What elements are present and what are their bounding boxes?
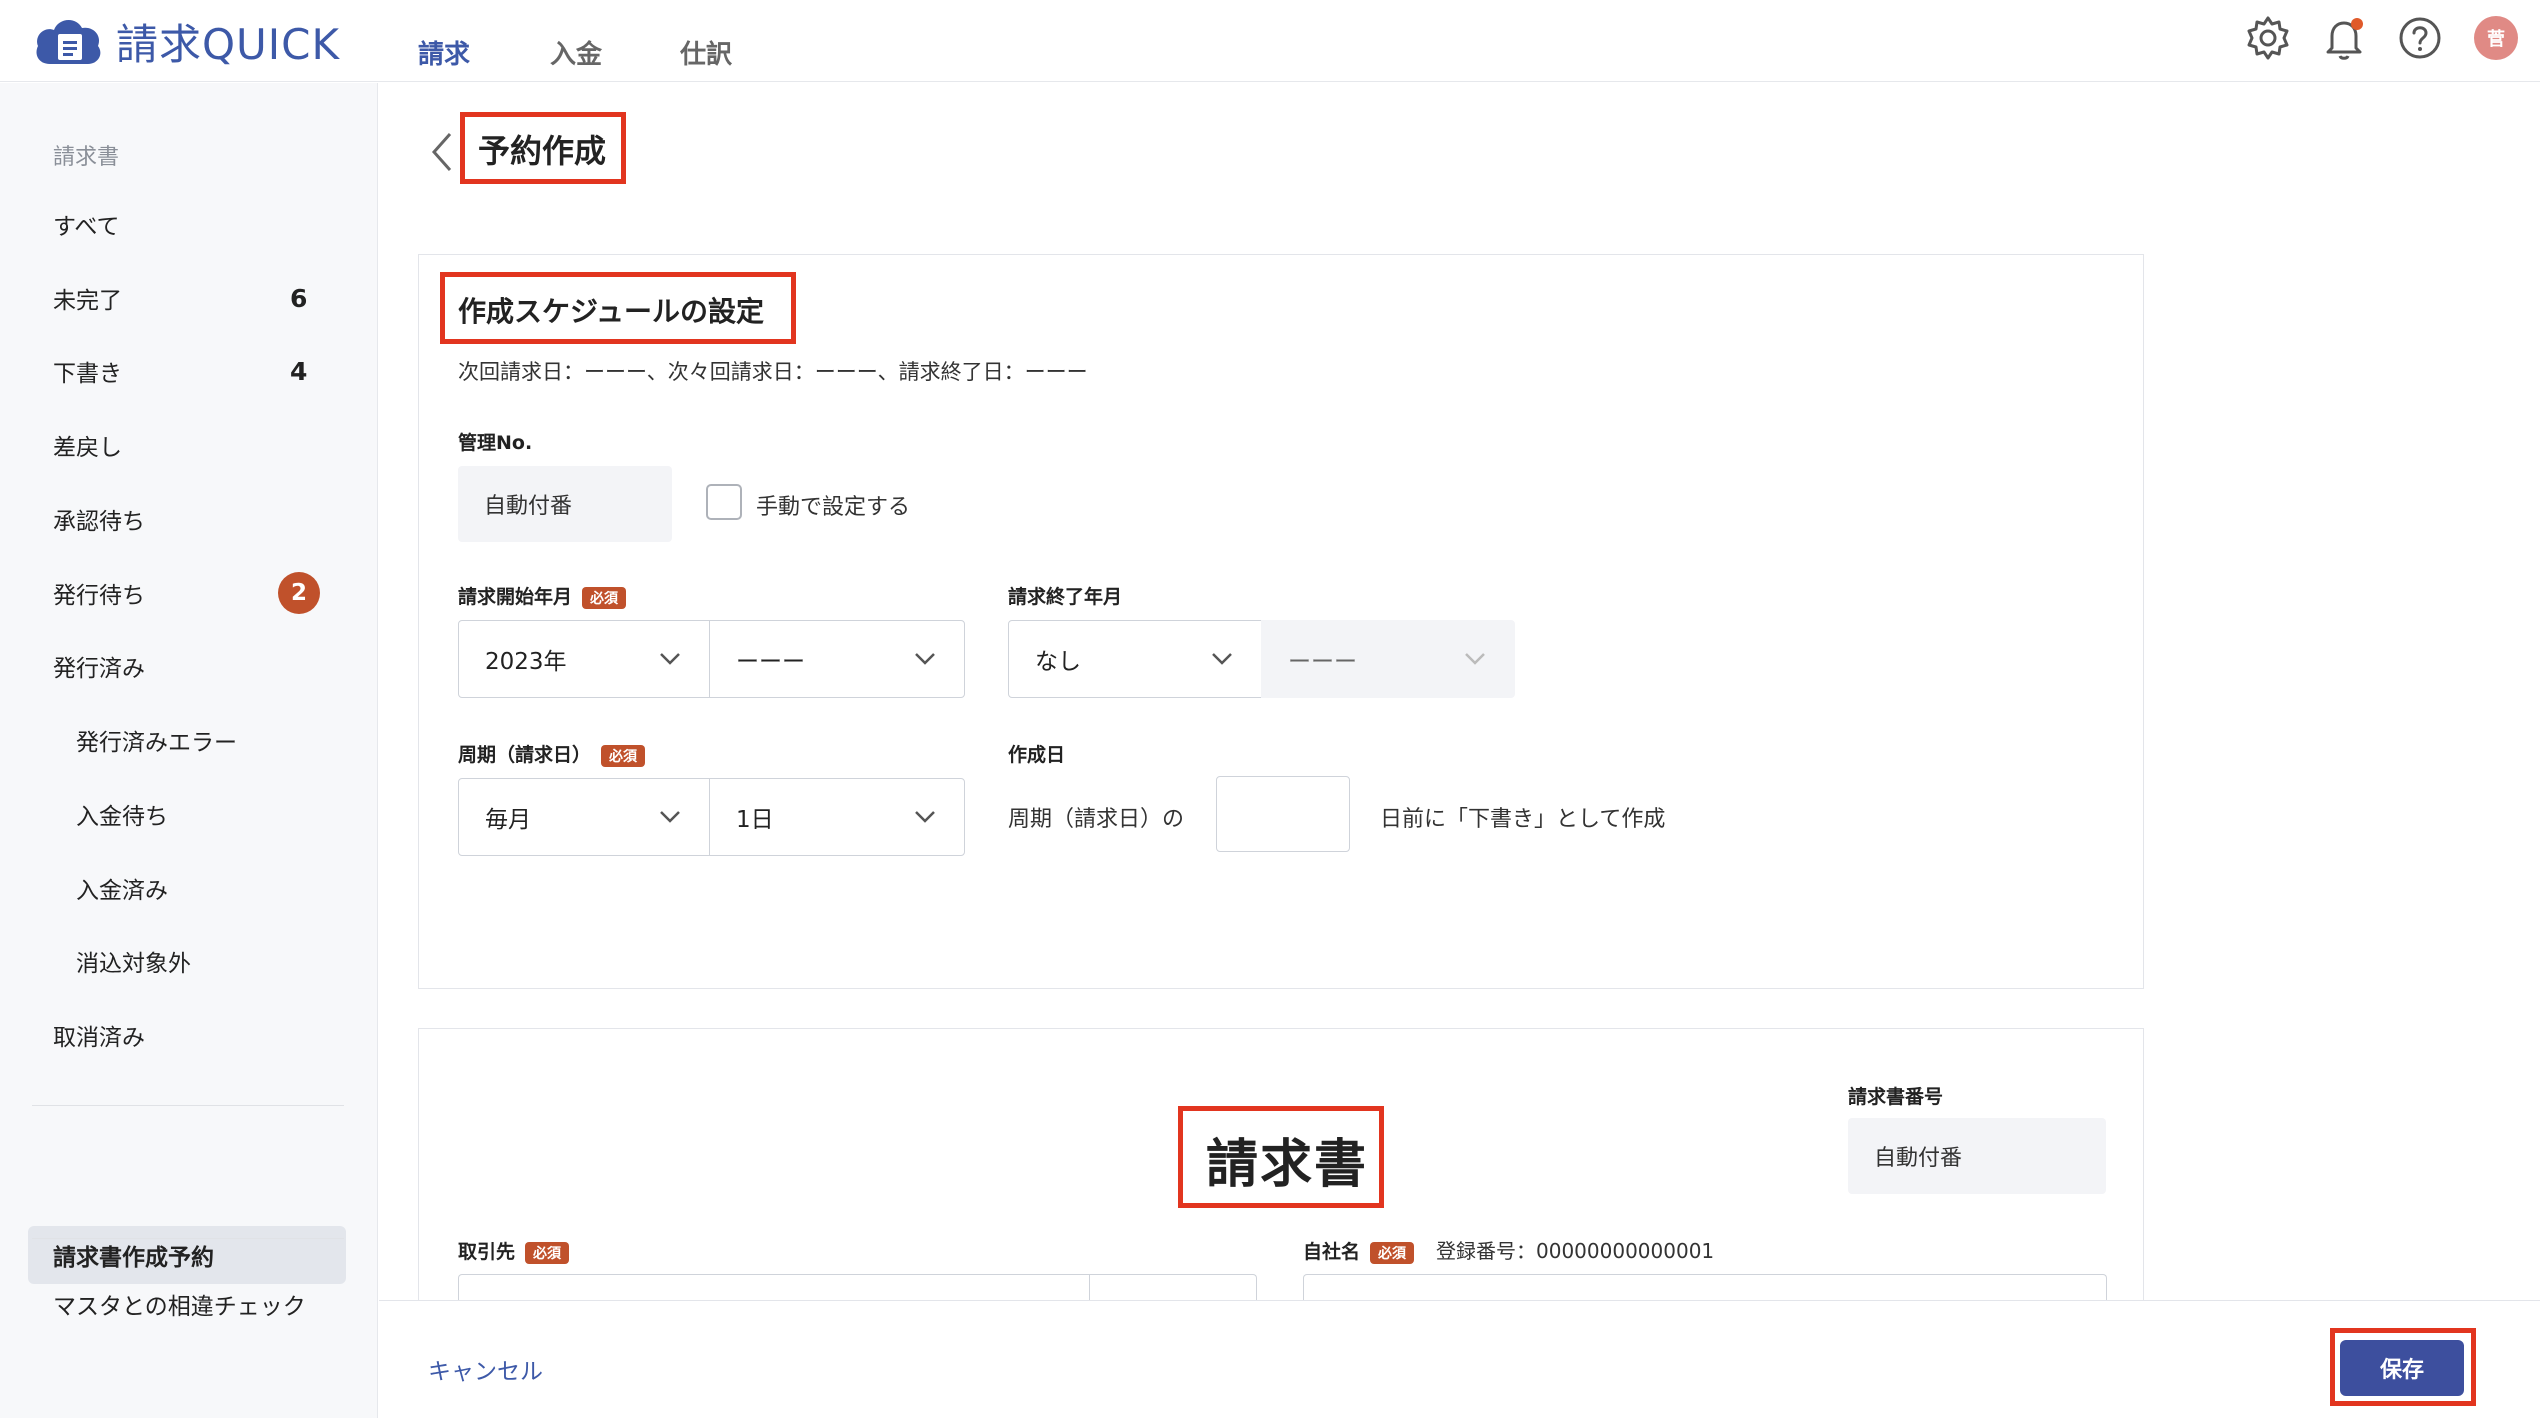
required-badge: 必須 — [601, 744, 646, 767]
cycle-day-select[interactable]: 1日 — [709, 778, 965, 856]
chevron-down-icon — [1212, 653, 1232, 665]
cycle-day-value: 1日 — [736, 807, 774, 833]
cycle-label-text: 周期（請求日） — [458, 744, 592, 766]
sidebar-item-label: 取消済み — [53, 1025, 145, 1051]
user-avatar[interactable]: 菅 — [2474, 16, 2518, 60]
app-logo[interactable]: 請求QUICK — [32, 10, 340, 72]
sidebar-item-draft[interactable]: 下書き 4 — [0, 346, 378, 396]
sidebar-item-excluded[interactable]: 消込対象外 — [0, 936, 378, 986]
sidebar-item-label: マスタとの相違チェック — [53, 1294, 306, 1320]
sidebar-item-issued[interactable]: 発行済み — [0, 641, 378, 691]
help-icon[interactable] — [2396, 14, 2444, 62]
sidebar-item-label: すべて — [53, 214, 120, 240]
next-dates-note: 次回請求日：ーーー、次々回請求日：ーーー、請求終了日：ーーー — [458, 360, 1088, 384]
mgmt-no-value: 自動付番 — [484, 494, 573, 519]
start-month-label-text: 請求開始年月 — [458, 586, 573, 608]
client-label: 取引先 必須 — [458, 1237, 570, 1264]
cycle-frequency-select[interactable]: 毎月 — [458, 778, 710, 856]
highlight-box — [440, 272, 796, 344]
chevron-down-icon — [660, 653, 680, 665]
chevron-left-icon[interactable] — [428, 130, 456, 174]
start-year-value: 2023年 — [485, 649, 567, 675]
gear-icon[interactable] — [2244, 14, 2292, 62]
sidebar-item-cancelled[interactable]: 取消済み — [0, 1010, 378, 1060]
sidebar-item-paid[interactable]: 入金済み — [0, 863, 378, 913]
sidebar: 請求書 すべて 未完了 6 下書き 4 差戻し 承認待ち 発行待ち 2 発行済み… — [0, 83, 378, 1418]
cycle-frequency-value: 毎月 — [485, 807, 531, 833]
sidebar-item-label: 請求書作成予約 — [53, 1245, 214, 1271]
create-date-prefix: 周期（請求日）の — [1008, 807, 1185, 832]
start-month-select[interactable]: ーーー — [709, 620, 965, 698]
sidebar-item-label: 消込対象外 — [76, 951, 191, 977]
sidebar-item-label: 下書き — [53, 361, 122, 387]
chevron-down-icon — [1465, 653, 1485, 665]
sidebar-item-awaiting-payment[interactable]: 入金待ち — [0, 789, 378, 839]
sidebar-divider — [32, 1105, 344, 1106]
start-month-label: 請求開始年月 必須 — [458, 582, 627, 609]
end-year-value: なし — [1035, 649, 1081, 675]
sidebar-item-issued-error[interactable]: 発行済みエラー — [0, 715, 378, 765]
cloud-document-icon — [36, 19, 101, 64]
sidebar-item-label: 入金済み — [76, 878, 168, 904]
highlight-box — [460, 112, 626, 184]
sidebar-item-incomplete[interactable]: 未完了 6 — [0, 273, 378, 323]
registration-number: 登録番号：00000000000001 — [1436, 1239, 1715, 1263]
required-badge: 必須 — [525, 1241, 570, 1264]
sidebar-item-label: 発行済み — [53, 656, 145, 682]
create-date-label: 作成日 — [1008, 744, 1066, 766]
end-month-label: 請求終了年月 — [1008, 586, 1123, 608]
manual-checkbox[interactable] — [706, 484, 742, 520]
invoice-number-value: 自動付番 — [1874, 1146, 1963, 1171]
sidebar-item-awaiting-issue[interactable]: 発行待ち 2 — [0, 568, 378, 618]
cancel-link[interactable]: キャンセル — [428, 1352, 543, 1386]
sidebar-item-returned[interactable]: 差戻し — [0, 420, 378, 470]
company-label-text: 自社名 — [1303, 1241, 1361, 1263]
mgmt-no-field: 自動付番 — [458, 466, 672, 542]
sidebar-item-label: 未完了 — [53, 288, 122, 314]
client-label-text: 取引先 — [458, 1241, 516, 1263]
end-month-select: ーーー — [1261, 620, 1515, 698]
mgmt-no-label: 管理No. — [458, 432, 533, 454]
sidebar-item-label: 承認待ち — [53, 509, 145, 535]
chevron-down-icon — [660, 811, 680, 823]
invoice-number-field: 自動付番 — [1848, 1118, 2106, 1194]
company-label: 自社名 必須 — [1303, 1237, 1415, 1264]
create-date-suffix: 日前に「下書き」として作成 — [1380, 807, 1666, 832]
chevron-down-icon — [915, 653, 935, 665]
end-month-value: ーーー — [1288, 649, 1357, 675]
end-year-select[interactable]: なし — [1008, 620, 1262, 698]
app-name: 請求QUICK — [116, 19, 341, 69]
days-before-input[interactable] — [1216, 776, 1350, 852]
sidebar-section-label: 請求書 — [53, 145, 120, 170]
bell-icon[interactable] — [2320, 14, 2368, 62]
footer-bar — [379, 1300, 2540, 1418]
sidebar-item-all[interactable]: すべて — [0, 199, 378, 249]
sidebar-item-label: 発行済みエラー — [76, 730, 237, 756]
sidebar-divider — [32, 1238, 344, 1239]
nav-tab-payment[interactable]: 入金 — [550, 34, 602, 71]
sidebar-item-label: 発行待ち — [53, 583, 145, 609]
sidebar-item-label: 差戻し — [53, 435, 122, 461]
count-badge: 4 — [290, 356, 308, 386]
cycle-label: 周期（請求日） 必須 — [458, 740, 646, 767]
sidebar-item-master-check[interactable]: マスタとの相違チェック — [0, 1279, 378, 1329]
manual-checkbox-label[interactable]: 手動で設定する — [756, 489, 910, 521]
start-year-select[interactable]: 2023年 — [458, 620, 710, 698]
sidebar-item-label: 入金待ち — [76, 804, 168, 830]
nav-tab-journal[interactable]: 仕訳 — [680, 34, 732, 71]
app-header: 請求QUICK 請求 入金 仕訳 菅 — [0, 0, 2540, 82]
required-badge: 必須 — [582, 586, 627, 609]
invoice-number-label: 請求書番号 — [1848, 1086, 1944, 1108]
count-badge: 6 — [290, 283, 308, 313]
highlight-box — [1178, 1106, 1384, 1208]
status-badge: 2 — [278, 572, 320, 614]
chevron-down-icon — [915, 811, 935, 823]
required-badge: 必須 — [1370, 1241, 1415, 1264]
highlight-box — [2330, 1328, 2476, 1406]
start-month-value: ーーー — [736, 649, 805, 675]
nav-tab-invoice[interactable]: 請求 — [418, 34, 470, 71]
sidebar-item-awaiting-approval[interactable]: 承認待ち — [0, 494, 378, 544]
